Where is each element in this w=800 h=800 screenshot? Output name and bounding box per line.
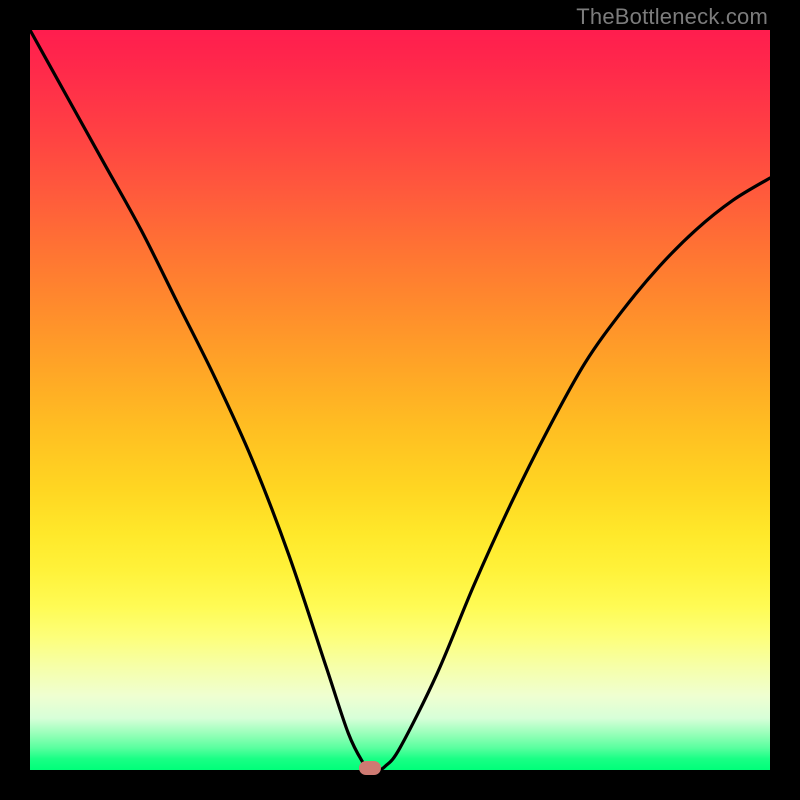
chart-frame: TheBottleneck.com [0, 0, 800, 800]
watermark-text: TheBottleneck.com [576, 4, 768, 30]
optimal-point-marker [359, 761, 381, 775]
plot-area [30, 30, 770, 770]
bottleneck-curve [30, 30, 770, 770]
